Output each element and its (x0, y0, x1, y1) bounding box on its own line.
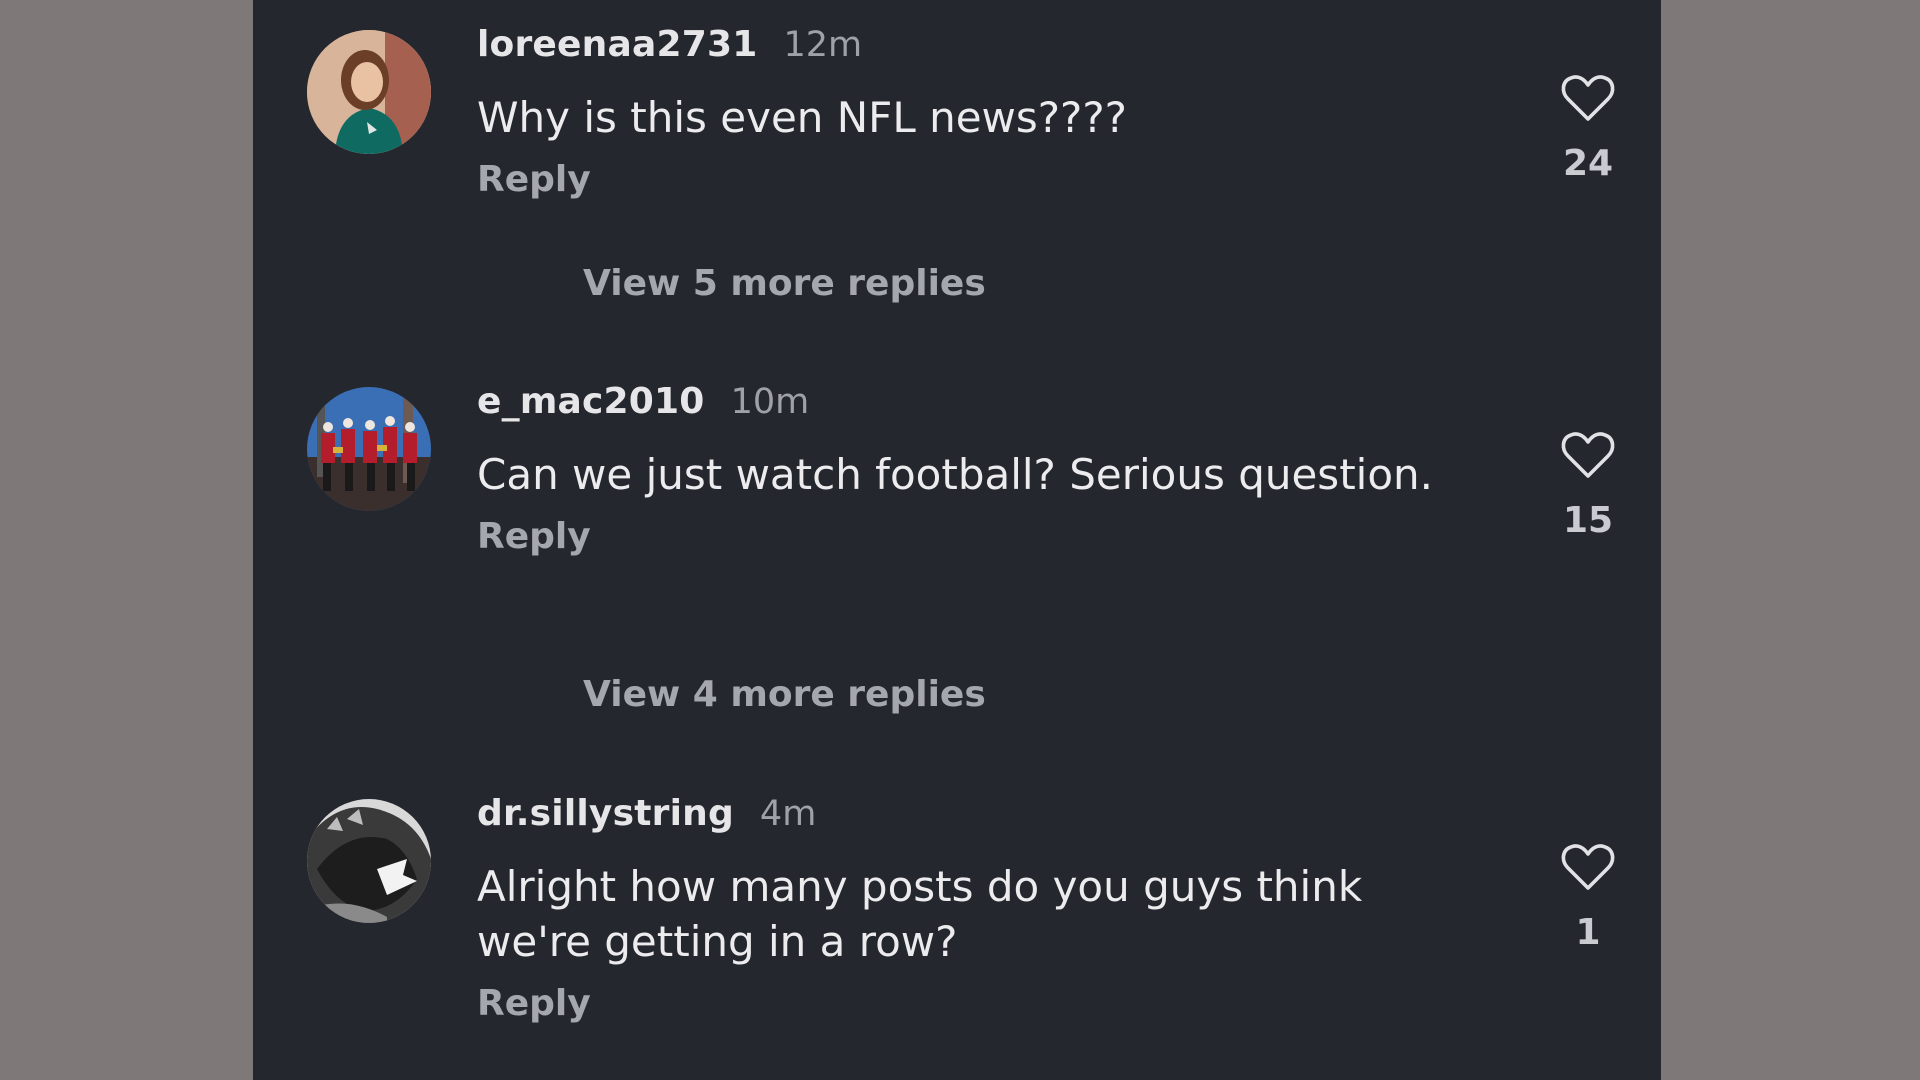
avatar[interactable] (307, 387, 431, 511)
comments-panel: loreenaa2731 12m Why is this even NFL ne… (253, 0, 1661, 1080)
like-control: 1 (1538, 842, 1638, 953)
comment-timestamp: 10m (730, 382, 810, 422)
heart-outline-icon[interactable] (1560, 73, 1616, 123)
comment-timestamp: 4m (759, 794, 817, 834)
comment-username[interactable]: loreenaa2731 (477, 24, 757, 65)
comment-text: Why is this even NFL news???? (477, 93, 1127, 142)
reply-button[interactable]: Reply (477, 983, 1477, 1024)
view-more-replies-button[interactable]: View 5 more replies (583, 263, 986, 304)
comment-username[interactable]: dr.sillystring (477, 793, 734, 834)
like-count: 24 (1562, 143, 1614, 184)
like-count: 15 (1562, 500, 1614, 541)
avatar[interactable] (307, 799, 431, 923)
avatar-image (307, 30, 431, 154)
comment-username[interactable]: e_mac2010 (477, 381, 705, 422)
heart-outline-icon[interactable] (1560, 842, 1616, 892)
avatar[interactable] (307, 30, 431, 154)
heart-outline-icon[interactable] (1560, 430, 1616, 480)
like-count: 1 (1575, 912, 1601, 953)
like-control: 15 (1538, 430, 1638, 541)
comment-text: Can we just watch football? Serious ques… (477, 450, 1433, 499)
comment-timestamp: 12m (783, 25, 863, 65)
avatar-image (307, 799, 431, 923)
avatar-image (307, 387, 431, 511)
view-more-replies-button[interactable]: View 4 more replies (583, 674, 986, 715)
like-control: 24 (1538, 73, 1638, 184)
reply-button[interactable]: Reply (477, 516, 1477, 557)
reply-button[interactable]: Reply (477, 159, 1477, 200)
comment-text: Alright how many posts do you guys think… (477, 862, 1363, 966)
